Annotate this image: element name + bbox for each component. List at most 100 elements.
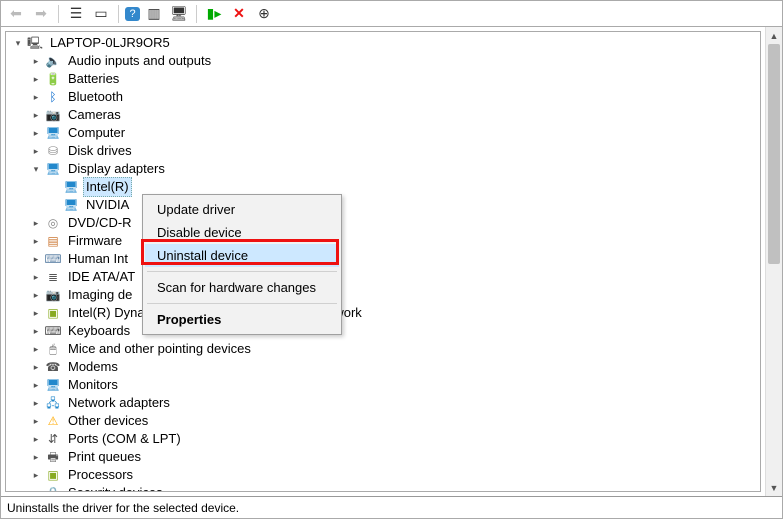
battery-icon: 🔋: [45, 71, 61, 87]
speaker-icon: 🔈: [45, 53, 61, 69]
scroll-thumb[interactable]: [768, 44, 780, 264]
expand-icon[interactable]: ▸: [30, 214, 42, 232]
scroll-down-button[interactable]: ▼: [766, 479, 782, 496]
tree-category[interactable]: ▸⌨Keyboards: [6, 322, 760, 340]
tree-category[interactable]: ▸🖥Computer: [6, 124, 760, 142]
forward-button[interactable]: ➡: [30, 4, 52, 24]
tree-device[interactable]: 🖥NVIDIA: [6, 196, 760, 214]
tree-category[interactable]: ▸📷Imaging de: [6, 286, 760, 304]
tree-category[interactable]: ▾🖥Display adapters: [6, 160, 760, 178]
security-icon: 🔒: [45, 485, 61, 492]
scrollbar[interactable]: ▲ ▼: [765, 27, 782, 496]
help-button[interactable]: ?: [125, 7, 140, 21]
context-menu[interactable]: Update driverDisable deviceUninstall dev…: [142, 194, 342, 335]
properties-button[interactable]: ▥: [143, 4, 165, 24]
expand-icon[interactable]: ▸: [30, 430, 42, 448]
tree-category[interactable]: ▸▣Intel(R) Dynamic Platform and Thermal …: [6, 304, 760, 322]
toolbar-sep: [58, 5, 59, 23]
category-label: Batteries: [65, 69, 122, 89]
modem-icon: ☎: [45, 359, 61, 375]
tree-category[interactable]: ▸⌨Human Int: [6, 250, 760, 268]
tree-root[interactable]: ▾ 🖳 LAPTOP-0LJR9OR5: [6, 34, 760, 52]
tree-category[interactable]: ▸🖶Print queues: [6, 448, 760, 466]
tree-category[interactable]: ▸⚠Other devices: [6, 412, 760, 430]
expand-icon[interactable]: ▸: [30, 304, 42, 322]
category-label: DVD/CD-R: [65, 213, 135, 233]
expand-icon[interactable]: ▸: [30, 340, 42, 358]
tree-category[interactable]: ▸🔒Security devices: [6, 484, 760, 492]
expand-icon[interactable]: ▸: [30, 142, 42, 160]
collapse-icon[interactable]: ▾: [30, 160, 42, 178]
tree-category[interactable]: ▸☎Modems: [6, 358, 760, 376]
tree-category[interactable]: ▸🖱Mice and other pointing devices: [6, 340, 760, 358]
tree-category[interactable]: ▸⛁Disk drives: [6, 142, 760, 160]
ide-icon: ≣: [45, 269, 61, 285]
menu-item[interactable]: Properties: [145, 308, 339, 331]
tree-category[interactable]: ▸▣Processors: [6, 466, 760, 484]
expand-icon[interactable]: ▸: [30, 124, 42, 142]
expand-icon[interactable]: ▸: [30, 376, 42, 394]
expand-icon[interactable]: ▸: [30, 466, 42, 484]
down-arrow-button[interactable]: ⊕: [253, 4, 275, 24]
expand-icon[interactable]: ▸: [30, 286, 42, 304]
pc-icon: 🖳: [27, 35, 43, 51]
expand-icon[interactable]: ▸: [30, 268, 42, 286]
category-label: Network adapters: [65, 393, 173, 413]
category-label: Display adapters: [65, 159, 168, 179]
menu-item[interactable]: Update driver: [145, 198, 339, 221]
uninstall-button[interactable]: ✕: [228, 4, 250, 24]
expand-icon[interactable]: ▸: [30, 484, 42, 492]
category-label: Other devices: [65, 411, 151, 431]
expand-icon[interactable]: ▸: [30, 394, 42, 412]
category-label: Human Int: [65, 249, 131, 269]
expand-icon[interactable]: ▸: [30, 106, 42, 124]
expand-icon[interactable]: ▸: [30, 412, 42, 430]
tree-category[interactable]: ▸🖥Monitors: [6, 376, 760, 394]
show-hidden-button[interactable]: ▭: [90, 4, 112, 24]
category-label: Bluetooth: [65, 87, 126, 107]
category-label: Audio inputs and outputs: [65, 51, 214, 71]
category-label: Processors: [65, 465, 136, 485]
tree-category[interactable]: ▸◎DVD/CD-R: [6, 214, 760, 232]
expand-icon[interactable]: ▸: [30, 88, 42, 106]
category-label: Print queues: [65, 447, 144, 467]
menu-item[interactable]: Scan for hardware changes: [145, 276, 339, 299]
expand-icon[interactable]: ▸: [30, 232, 42, 250]
collapse-icon[interactable]: ▾: [12, 34, 24, 52]
category-label: Ports (COM & LPT): [65, 429, 184, 449]
update-button[interactable]: 🖥: [168, 4, 190, 24]
expand-icon[interactable]: ▸: [30, 52, 42, 70]
tree-category[interactable]: ▸📷Cameras: [6, 106, 760, 124]
scan-button[interactable]: ▮▸: [203, 4, 225, 24]
computer-icon: 🖥: [45, 125, 61, 141]
keyboard-icon: ⌨: [45, 323, 61, 339]
device-tree[interactable]: ▾ 🖳 LAPTOP-0LJR9OR5 ▸🔈Audio inputs and o…: [5, 31, 761, 492]
tree-category[interactable]: ▸▤Firmware: [6, 232, 760, 250]
expand-icon[interactable]: ▸: [30, 448, 42, 466]
bluetooth-icon: ᛒ: [45, 89, 61, 105]
tree-category[interactable]: ▸🔋Batteries: [6, 70, 760, 88]
menu-item[interactable]: Disable device: [145, 221, 339, 244]
view-button[interactable]: ☰: [65, 4, 87, 24]
back-button[interactable]: ⬅: [5, 4, 27, 24]
expand-icon[interactable]: ▸: [30, 358, 42, 376]
device-label: Intel(R): [83, 177, 132, 197]
tree-category[interactable]: ▸⇵Ports (COM & LPT): [6, 430, 760, 448]
expand-icon[interactable]: ▸: [30, 322, 42, 340]
tree-category[interactable]: ▸🖧Network adapters: [6, 394, 760, 412]
scroll-up-button[interactable]: ▲: [766, 27, 782, 44]
toolbar-sep: [118, 5, 119, 23]
tree-category[interactable]: ▸🔈Audio inputs and outputs: [6, 52, 760, 70]
monitor-icon: 🖥: [45, 377, 61, 393]
expand-icon[interactable]: ▸: [30, 70, 42, 88]
tree-category[interactable]: ▸≣IDE ATA/AT: [6, 268, 760, 286]
expand-icon[interactable]: ▸: [30, 250, 42, 268]
printer-icon: 🖶: [45, 449, 61, 465]
disk-icon: ⛁: [45, 143, 61, 159]
other-icon: ⚠: [45, 413, 61, 429]
category-label: Modems: [65, 357, 121, 377]
tree-device[interactable]: 🖥Intel(R): [6, 178, 760, 196]
imaging-icon: 📷: [45, 287, 61, 303]
menu-item[interactable]: Uninstall device: [145, 244, 339, 267]
tree-category[interactable]: ▸ᛒBluetooth: [6, 88, 760, 106]
